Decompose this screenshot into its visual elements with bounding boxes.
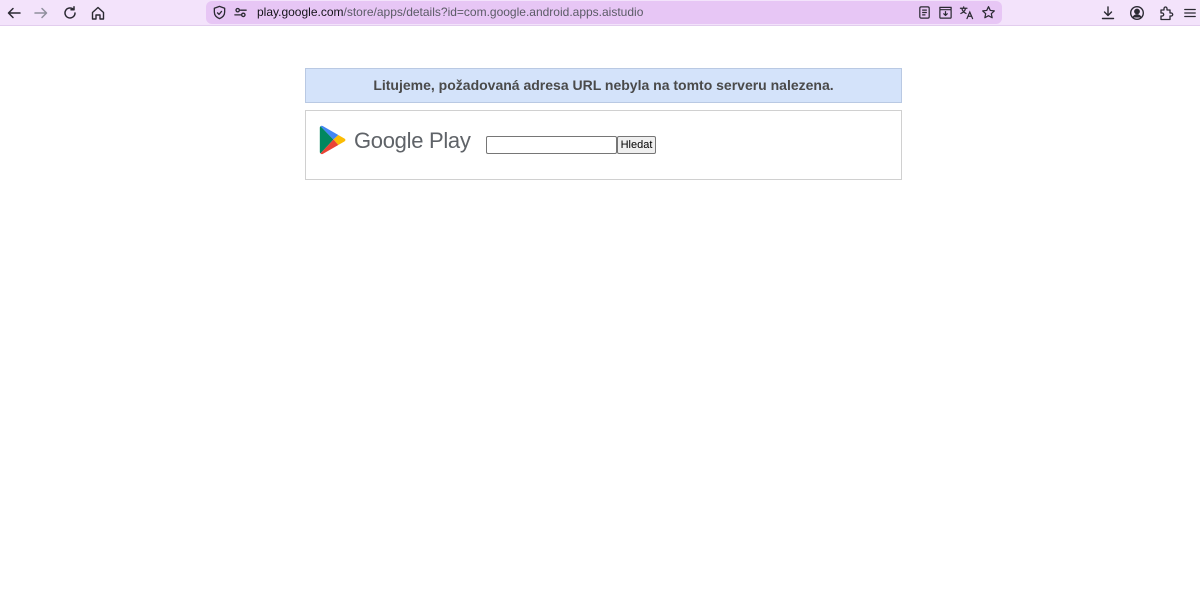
- download-icon[interactable]: [1098, 3, 1118, 23]
- search-button[interactable]: Hledat: [617, 136, 656, 154]
- reader-view-icon[interactable]: [916, 4, 933, 21]
- home-icon[interactable]: [88, 3, 108, 23]
- google-play-wordmark: Google Play: [354, 128, 471, 153]
- search-input[interactable]: [486, 136, 617, 154]
- search-panel: Google Play Hledat: [305, 110, 902, 180]
- google-play-logo-icon[interactable]: [319, 125, 347, 155]
- permissions-icon[interactable]: [232, 4, 249, 21]
- translate-icon[interactable]: [958, 4, 975, 21]
- back-arrow-icon[interactable]: [4, 3, 24, 23]
- url-host: play.google.com: [257, 5, 344, 19]
- forward-arrow-icon[interactable]: [31, 3, 51, 23]
- shield-icon[interactable]: [211, 4, 228, 21]
- error-banner: Litujeme, požadovaná adresa URL nebyla n…: [305, 68, 902, 103]
- url-bar[interactable]: play.google.com/store/apps/details?id=co…: [206, 1, 1002, 24]
- extensions-icon[interactable]: [1156, 3, 1176, 23]
- url-text[interactable]: play.google.com/store/apps/details?id=co…: [257, 5, 643, 20]
- save-download-icon[interactable]: [937, 4, 954, 21]
- menu-icon[interactable]: [1183, 3, 1197, 23]
- account-icon[interactable]: [1127, 3, 1147, 23]
- page-content: Litujeme, požadovaná adresa URL nebyla n…: [305, 68, 902, 180]
- browser-toolbar: play.google.com/store/apps/details?id=co…: [0, 0, 1200, 26]
- url-path: /store/apps/details?id=com.google.androi…: [343, 5, 644, 19]
- star-icon[interactable]: [980, 4, 997, 21]
- reload-icon[interactable]: [60, 3, 80, 23]
